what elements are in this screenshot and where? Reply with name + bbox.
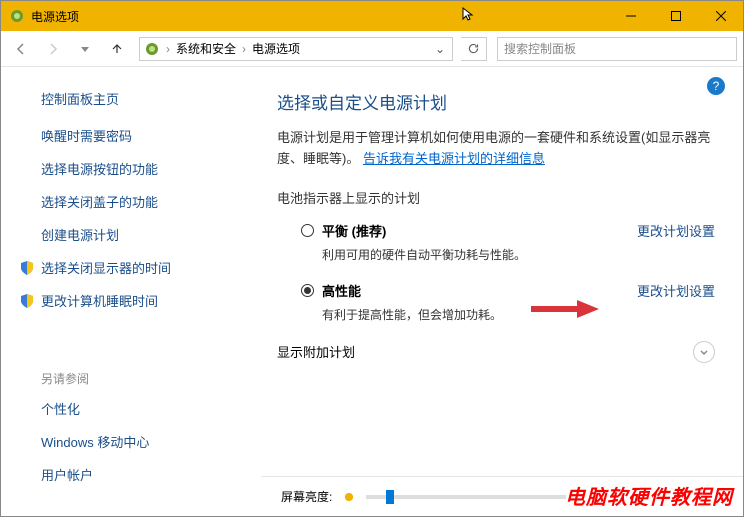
recent-dropdown[interactable] xyxy=(71,35,99,63)
plan-high-change-link[interactable]: 更改计划设置 xyxy=(637,281,715,300)
chevron-right-icon[interactable]: › xyxy=(242,42,246,56)
back-button[interactable] xyxy=(7,35,35,63)
titlebar: 电源选项 xyxy=(1,1,743,31)
help-icon[interactable]: ? xyxy=(707,77,725,95)
see-also-heading: 另请参阅 xyxy=(41,370,261,387)
breadcrumb-power-options[interactable]: 电源选项 xyxy=(252,40,300,57)
refresh-button[interactable] xyxy=(461,37,487,61)
sleep-time-link[interactable]: 更改计算机睡眠时间 xyxy=(19,291,261,310)
control-panel-window: 电源选项 › 系统和安全 › 电源选项 ⌄ 搜索控制面板 xyxy=(0,0,744,517)
breadcrumb-system-security[interactable]: 系统和安全 xyxy=(176,40,236,57)
chevron-right-icon[interactable]: › xyxy=(166,42,170,56)
forward-button[interactable] xyxy=(39,35,67,63)
learn-more-link[interactable]: 告诉我有关电源计划的详细信息 xyxy=(363,151,545,166)
address-dropdown-icon[interactable]: ⌄ xyxy=(432,42,448,56)
close-button[interactable] xyxy=(698,1,743,31)
maximize-button[interactable] xyxy=(653,1,698,31)
window-title: 电源选项 xyxy=(31,8,608,25)
page-description: 电源计划是用于管理计算机如何使用电源的一套硬件和系统设置(如显示器亮度、睡眠等)… xyxy=(277,128,715,170)
plan-high-row: 高性能 更改计划设置 xyxy=(277,281,715,300)
display-off-link[interactable]: 选择关闭显示器的时间 xyxy=(19,258,261,277)
plan-balanced-label[interactable]: 平衡 (推荐) xyxy=(322,221,386,240)
minimize-button[interactable] xyxy=(608,1,653,31)
plan-balanced-row: 平衡 (推荐) 更改计划设置 xyxy=(277,221,715,240)
show-additional-label: 显示附加计划 xyxy=(277,342,355,361)
plan-balanced-change-link[interactable]: 更改计划设置 xyxy=(637,221,715,240)
brightness-label: 屏幕亮度: xyxy=(281,488,332,505)
power-button-link[interactable]: 选择电源按钮的功能 xyxy=(41,159,261,178)
shield-icon xyxy=(19,293,35,309)
content-area: 控制面板主页 唤醒时需要密码 选择电源按钮的功能 选择关闭盖子的功能 创建电源计… xyxy=(1,67,743,516)
plan-high-desc: 有利于提高性能，但会增加功耗。 xyxy=(277,306,715,323)
brightness-bar: 屏幕亮度: xyxy=(261,476,743,516)
address-icon xyxy=(144,41,160,57)
plan-high-radio[interactable] xyxy=(301,284,314,297)
wake-password-link[interactable]: 唤醒时需要密码 xyxy=(41,126,261,145)
plans-on-meter-heading: 电池指示器上显示的计划 xyxy=(277,188,715,207)
plan-balanced-radio[interactable] xyxy=(301,224,314,237)
app-icon xyxy=(9,8,25,24)
brightness-slider[interactable] xyxy=(366,495,566,499)
navbar: › 系统和安全 › 电源选项 ⌄ 搜索控制面板 xyxy=(1,31,743,67)
search-placeholder: 搜索控制面板 xyxy=(504,40,576,57)
expand-button[interactable] xyxy=(693,341,715,363)
shield-icon xyxy=(19,260,35,276)
create-plan-link[interactable]: 创建电源计划 xyxy=(41,225,261,244)
main-panel: ? 选择或自定义电源计划 电源计划是用于管理计算机如何使用电源的一套硬件和系统设… xyxy=(261,67,743,516)
plan-high-label[interactable]: 高性能 xyxy=(322,281,361,300)
brightness-thumb[interactable] xyxy=(386,490,394,504)
mobility-center-link[interactable]: Windows 移动中心 xyxy=(41,432,261,451)
user-accounts-link[interactable]: 用户帐户 xyxy=(41,465,261,484)
show-additional-row: 显示附加计划 xyxy=(277,341,715,363)
control-panel-home-link[interactable]: 控制面板主页 xyxy=(41,89,261,108)
brightness-low-icon xyxy=(342,490,356,504)
plan-balanced-desc: 利用可用的硬件自动平衡功耗与性能。 xyxy=(277,246,715,263)
up-button[interactable] xyxy=(103,35,131,63)
close-lid-link[interactable]: 选择关闭盖子的功能 xyxy=(41,192,261,211)
search-input[interactable]: 搜索控制面板 xyxy=(497,37,737,61)
sidebar: 控制面板主页 唤醒时需要密码 选择电源按钮的功能 选择关闭盖子的功能 创建电源计… xyxy=(1,67,261,516)
window-controls xyxy=(608,1,743,31)
personalization-link[interactable]: 个性化 xyxy=(41,399,261,418)
address-bar[interactable]: › 系统和安全 › 电源选项 ⌄ xyxy=(139,37,453,61)
page-title: 选择或自定义电源计划 xyxy=(277,89,715,114)
